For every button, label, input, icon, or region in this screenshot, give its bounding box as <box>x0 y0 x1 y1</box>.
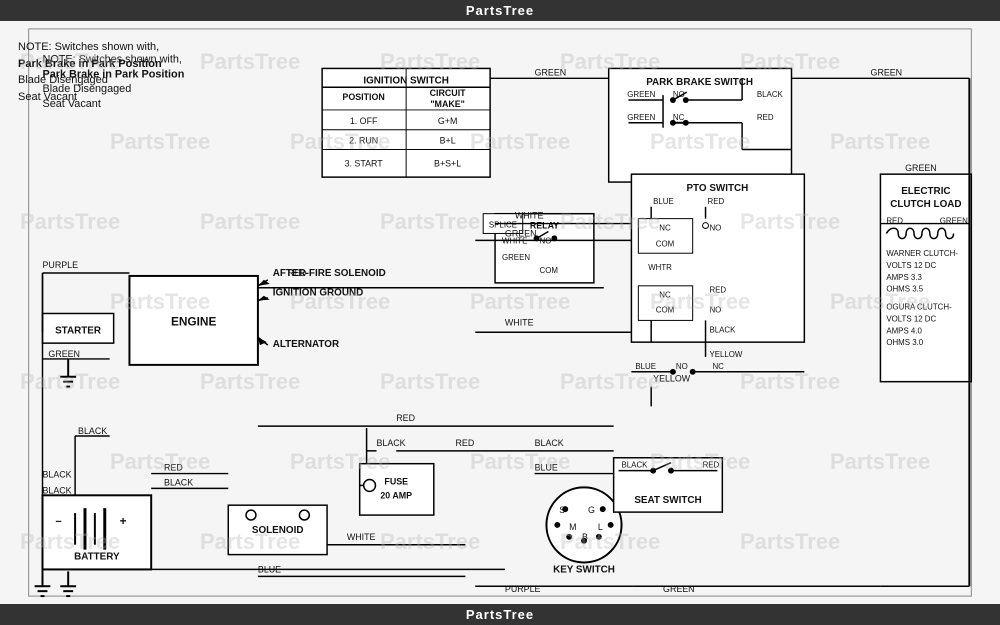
svg-text:AMPS 4.0: AMPS 4.0 <box>886 326 922 335</box>
svg-text:KEY SWITCH: KEY SWITCH <box>553 564 615 575</box>
svg-text:B+L: B+L <box>440 136 456 146</box>
svg-text:RED: RED <box>709 286 726 295</box>
svg-text:WHTR: WHTR <box>648 263 672 272</box>
svg-text:GREEN: GREEN <box>48 349 80 359</box>
svg-text:NO: NO <box>709 306 721 315</box>
svg-text:CIRCUIT: CIRCUIT <box>430 88 467 98</box>
svg-text:PARK BRAKE SWITCH: PARK BRAKE SWITCH <box>646 77 753 88</box>
note-line1: NOTE: Switches shown with, <box>18 39 162 56</box>
svg-text:RED: RED <box>164 463 183 473</box>
svg-text:SOLENOID: SOLENOID <box>252 525 304 536</box>
svg-text:YELLOW: YELLOW <box>709 350 742 359</box>
svg-text:BATTERY: BATTERY <box>74 552 120 563</box>
svg-text:GREEN: GREEN <box>502 253 530 262</box>
main-container: PartsTree PartsTreePartsTreePartsTreePar… <box>0 0 1000 625</box>
diagram-area: PartsTreePartsTreePartsTreePartsTreePart… <box>0 21 1000 604</box>
svg-text:BLUE: BLUE <box>653 197 674 206</box>
svg-text:PTO SWITCH: PTO SWITCH <box>686 183 748 194</box>
svg-text:OHMS 3.0: OHMS 3.0 <box>886 338 923 347</box>
note-box: NOTE: Switches shown with, Park Brake in… <box>18 39 162 105</box>
svg-text:RED: RED <box>456 438 475 448</box>
svg-text:B+S+L: B+S+L <box>434 158 461 168</box>
svg-text:PURPLE: PURPLE <box>42 260 78 270</box>
svg-text:IGNITION GROUND: IGNITION GROUND <box>273 288 364 299</box>
note-line2: Park Brake in Park Position <box>18 56 162 73</box>
svg-text:RED: RED <box>757 113 774 122</box>
svg-text:+: + <box>120 514 127 528</box>
svg-text:YELLOW: YELLOW <box>653 374 691 384</box>
svg-text:COM: COM <box>540 266 558 275</box>
svg-text:ALTERNATOR: ALTERNATOR <box>273 339 339 350</box>
svg-text:NC: NC <box>712 362 724 371</box>
svg-text:WARNER CLUTCH-: WARNER CLUTCH- <box>886 249 958 258</box>
svg-text:AMPS 3.3: AMPS 3.3 <box>886 273 922 282</box>
svg-text:BLACK: BLACK <box>78 426 107 436</box>
note-line3: Blade Disengaged <box>18 72 162 89</box>
svg-text:GREEN: GREEN <box>505 228 537 238</box>
svg-text:1. OFF: 1. OFF <box>350 116 378 126</box>
svg-text:RED: RED <box>703 461 720 470</box>
svg-text:BLACK: BLACK <box>164 477 193 487</box>
svg-text:BLACK: BLACK <box>42 470 71 480</box>
svg-text:BLACK: BLACK <box>622 461 649 470</box>
svg-text:OGURA CLUTCH-: OGURA CLUTCH- <box>886 303 952 312</box>
svg-text:20 AMP: 20 AMP <box>380 490 412 500</box>
svg-text:BLACK: BLACK <box>376 438 405 448</box>
svg-text:L: L <box>598 522 603 532</box>
wiring-diagram-svg: NOTE: Switches shown with, Park Brake in… <box>0 21 1000 604</box>
svg-text:OHMS 3.5: OHMS 3.5 <box>886 285 923 294</box>
svg-text:BLACK: BLACK <box>757 90 784 99</box>
svg-text:RED: RED <box>708 197 725 206</box>
svg-text:CLUTCH LOAD: CLUTCH LOAD <box>890 199 961 210</box>
svg-text:BLUE: BLUE <box>635 362 656 371</box>
svg-text:COM: COM <box>656 306 674 315</box>
svg-text:NC: NC <box>659 223 671 232</box>
svg-text:M: M <box>569 522 576 532</box>
svg-text:POSITION: POSITION <box>342 92 384 102</box>
svg-text:SEAT SWITCH: SEAT SWITCH <box>634 495 701 506</box>
svg-text:GREEN: GREEN <box>871 67 903 77</box>
svg-text:RED: RED <box>288 268 307 278</box>
svg-text:GREEN: GREEN <box>535 67 567 77</box>
note-line4: Seat Vacant <box>18 89 162 106</box>
svg-text:BLACK: BLACK <box>42 485 71 495</box>
svg-text:GREEN: GREEN <box>905 163 937 173</box>
svg-text:NO: NO <box>709 223 721 232</box>
svg-text:BLUE: BLUE <box>535 463 558 473</box>
svg-text:STARTER: STARTER <box>55 325 101 336</box>
svg-text:BLACK: BLACK <box>535 438 564 448</box>
svg-text:VOLTS 12 DC: VOLTS 12 DC <box>886 314 936 323</box>
svg-text:3. START: 3. START <box>345 158 384 168</box>
site-name-top: PartsTree <box>466 3 534 18</box>
svg-text:G+M: G+M <box>438 116 457 126</box>
svg-text:COM: COM <box>656 239 674 248</box>
svg-text:WHITE: WHITE <box>347 532 376 542</box>
svg-text:VOLTS 12 DC: VOLTS 12 DC <box>886 261 936 270</box>
svg-text:GREEN: GREEN <box>627 90 655 99</box>
bottom-bar: PartsTree <box>0 604 1000 625</box>
svg-text:G: G <box>588 505 595 515</box>
svg-text:FUSE: FUSE <box>384 476 408 486</box>
svg-text:BLACK: BLACK <box>709 325 736 334</box>
top-bar: PartsTree <box>0 0 1000 21</box>
svg-text:RED: RED <box>396 413 415 423</box>
svg-text:ELECTRIC: ELECTRIC <box>901 186 950 197</box>
svg-text:NO: NO <box>676 362 688 371</box>
svg-text:2. RUN: 2. RUN <box>349 136 378 146</box>
svg-text:"MAKE": "MAKE" <box>430 99 465 109</box>
svg-text:ENGINE: ENGINE <box>171 314 217 328</box>
site-name-bottom: PartsTree <box>466 607 534 622</box>
svg-text:WHITE: WHITE <box>515 211 544 221</box>
svg-text:GREEN: GREEN <box>627 113 655 122</box>
svg-text:NC: NC <box>659 291 671 300</box>
svg-text:WHITE: WHITE <box>505 317 534 327</box>
svg-text:−: − <box>55 516 61 528</box>
